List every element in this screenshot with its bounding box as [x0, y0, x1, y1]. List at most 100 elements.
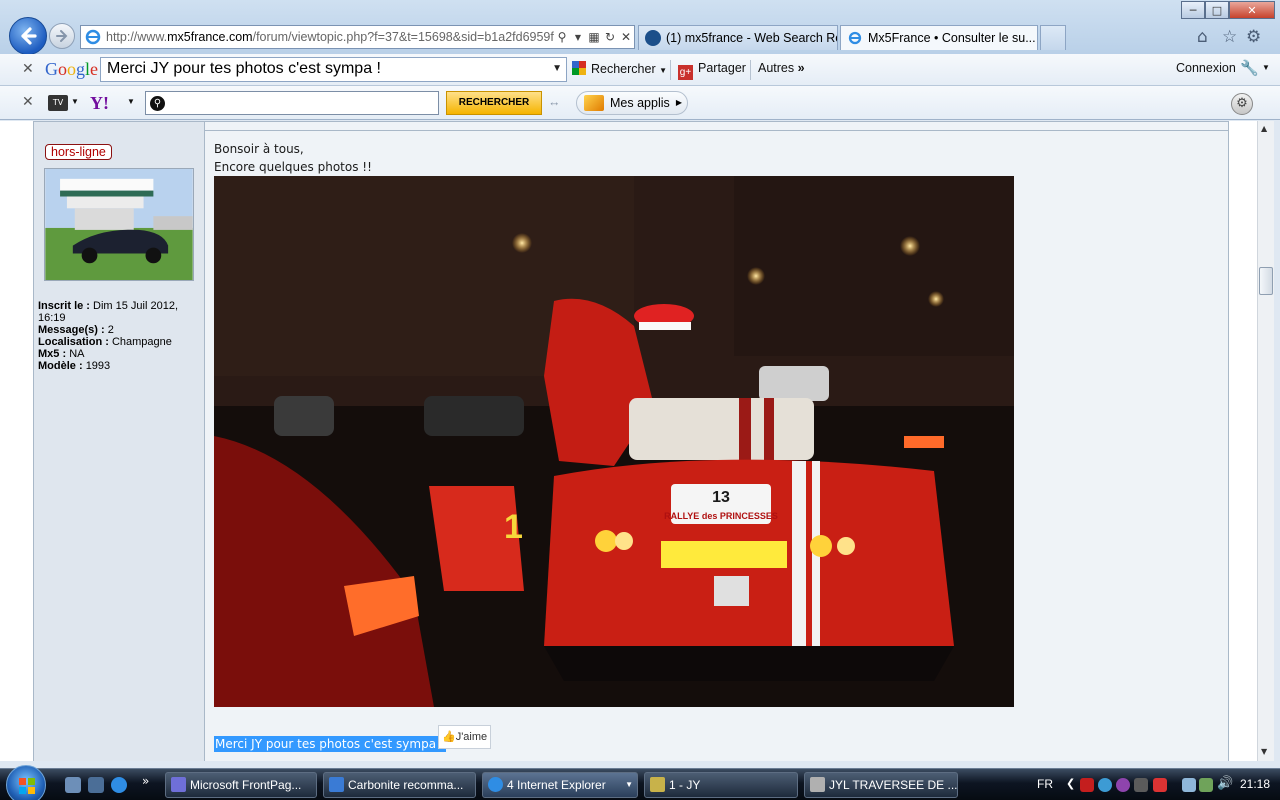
show-desktop-icon[interactable] [65, 777, 81, 793]
scroll-up-icon[interactable]: ▲ [1261, 124, 1267, 133]
chevron-down-icon[interactable]: ▼ [570, 33, 586, 42]
document-icon [810, 777, 825, 792]
profile-value: 2 [107, 324, 114, 336]
chevron-right-icon: ▶ [675, 98, 682, 107]
ie-page-icon [848, 31, 862, 45]
apps-icon [584, 95, 604, 111]
scroll-thumb[interactable] [1259, 267, 1273, 295]
network-icon[interactable] [1199, 778, 1213, 792]
gear-icon[interactable]: ⚙ [1246, 27, 1261, 47]
windows-logo-icon [19, 778, 35, 794]
double-chevron-icon[interactable]: » [142, 774, 158, 790]
task-jy[interactable]: 1 - JY [644, 772, 798, 798]
chevron-down-icon[interactable]: ▼ [1262, 63, 1270, 72]
volume-icon[interactable]: 🔊 [1217, 776, 1233, 791]
switch-windows-icon[interactable] [88, 777, 104, 793]
profile-value: NA [69, 348, 85, 360]
web-page: hors-ligne Inscrit le : Dim 15 Juil 2012… [0, 121, 1257, 761]
maximize-button[interactable]: □ [1205, 1, 1229, 19]
tray-app-icon[interactable] [1098, 778, 1112, 792]
signin-button[interactable]: Connexion [1176, 61, 1236, 75]
tray-app-icon[interactable] [1116, 778, 1130, 792]
bing-icon [645, 30, 661, 46]
chevron-down-icon[interactable]: ▼ [552, 63, 562, 74]
compat-view-icon[interactable]: ▦ [586, 30, 602, 44]
task-frontpage[interactable]: Microsoft FrontPag... [165, 772, 317, 798]
like-label: J'aime [455, 731, 488, 743]
double-chevron-icon: » [797, 61, 805, 75]
close-window-button[interactable]: ✕ [1229, 1, 1275, 19]
language-indicator[interactable]: FR [1037, 777, 1053, 791]
close-toolbar-icon[interactable]: ✕ [22, 94, 34, 110]
profile-label: Inscrit le : [38, 300, 90, 312]
yahoo-logo[interactable]: Y! [90, 93, 109, 114]
frontpage-icon [171, 777, 186, 792]
ie-icon [488, 777, 503, 792]
start-button[interactable] [6, 765, 46, 800]
ie-launch-icon[interactable] [111, 777, 127, 793]
forum-post: hors-ligne Inscrit le : Dim 15 Juil 2012… [33, 121, 1229, 761]
more-button[interactable]: Autres » [758, 61, 805, 75]
device-icon[interactable] [1182, 778, 1196, 792]
scroll-down-icon[interactable]: ▼ [1261, 747, 1267, 756]
selected-text[interactable]: Merci JY pour tes photos c'est sympa ! [214, 736, 446, 752]
profile-value: 1993 [85, 360, 111, 372]
tab-label: Mx5France • Consulter le su... [868, 31, 1036, 45]
plate-text: RALLYE des PRINCESSES [664, 511, 778, 521]
wrench-icon[interactable]: 🔧 [1240, 59, 1259, 77]
resize-handle-icon[interactable]: ↔ [548, 95, 561, 109]
minimize-button[interactable]: ─ [1181, 1, 1205, 19]
profile-model: Modèle : 1993 [38, 360, 198, 372]
chevron-down-icon: ▼ [625, 780, 633, 789]
stop-icon[interactable]: ✕ [618, 30, 634, 44]
profile-location: Localisation : Champagne [38, 336, 198, 348]
tv-icon[interactable]: TV [48, 95, 68, 111]
task-internet-explorer[interactable]: 4 Internet Explorer ▼ [482, 772, 638, 798]
google-search-input[interactable]: Merci JY pour tes photos c'est sympa ! ▼ [100, 57, 567, 82]
google-toolbar: ✕ Google Merci JY pour tes photos c'est … [0, 54, 1280, 86]
yahoo-toolbar: ✕ TV ▼ Y! ▼ ⚲ RECHERCHER ↔ Mes applis ▶ … [0, 86, 1280, 120]
address-path: /forum/viewtopic.php?f=37&t=15698&sid=b1… [252, 30, 554, 44]
new-tab-button[interactable] [1040, 25, 1066, 50]
yahoo-search-input[interactable]: ⚲ [145, 91, 439, 115]
address-url[interactable]: http://www.mx5france.com/forum/viewtopic… [102, 30, 554, 44]
security-icon[interactable] [1153, 778, 1167, 792]
yahoo-search-button[interactable]: RECHERCHER [446, 91, 542, 115]
forward-button[interactable] [49, 23, 75, 49]
author-profile: hors-ligne Inscrit le : Dim 15 Juil 2012… [34, 122, 205, 761]
tab-label: (1) mx5france - Web Search Re... [666, 31, 838, 45]
like-button[interactable]: 👍J'aime [438, 725, 492, 749]
search-icon[interactable]: ⚲ [554, 30, 570, 44]
chevron-down-icon[interactable]: ▼ [127, 97, 135, 106]
back-button[interactable] [9, 17, 47, 55]
folder-icon [650, 777, 665, 792]
tray-app-icon[interactable] [1134, 778, 1148, 792]
close-toolbar-icon[interactable]: ✕ [22, 61, 34, 77]
post-photo[interactable]: 13 RALLYE des PRINCESSES 1 [214, 176, 1014, 707]
chevron-down-icon[interactable]: ▼ [71, 97, 79, 106]
chevron-left-icon[interactable]: ❮ [1066, 777, 1080, 791]
tab-web-search[interactable]: (1) mx5france - Web Search Re... [638, 25, 838, 50]
ati-icon[interactable] [1080, 778, 1094, 792]
address-bar[interactable]: http://www.mx5france.com/forum/viewtopic… [80, 25, 635, 49]
google-search-button[interactable]: Rechercher ▼ [572, 61, 667, 76]
home-icon[interactable]: ⌂ [1197, 27, 1208, 47]
avatar [44, 168, 194, 281]
profile-info: Inscrit le : Dim 15 Juil 2012, 16:19 Mes… [38, 300, 198, 372]
share-button[interactable]: g+ Partager [678, 61, 746, 80]
favorites-star-icon[interactable]: ☆ [1222, 27, 1237, 47]
google-search-label: Rechercher [591, 62, 656, 76]
clock[interactable]: 21:18 [1240, 777, 1270, 791]
task-carbonite[interactable]: Carbonite recomma... [323, 772, 476, 798]
gear-icon[interactable]: ⚙ [1231, 93, 1253, 115]
my-apps-button[interactable]: Mes applis ▶ [576, 91, 688, 115]
tab-mx5france-topic[interactable]: Mx5France • Consulter le su... [840, 25, 1038, 50]
arrow-left-icon [21, 27, 37, 45]
vertical-scrollbar[interactable]: ▲ ▼ [1257, 121, 1274, 761]
profile-label: Localisation : [38, 336, 109, 348]
status-badge[interactable]: hors-ligne [45, 144, 112, 160]
refresh-icon[interactable]: ↻ [602, 30, 618, 44]
share-label: Partager [698, 61, 746, 75]
task-traversee[interactable]: JYL TRAVERSEE DE ... [804, 772, 958, 798]
toolbar-divider [750, 60, 751, 80]
